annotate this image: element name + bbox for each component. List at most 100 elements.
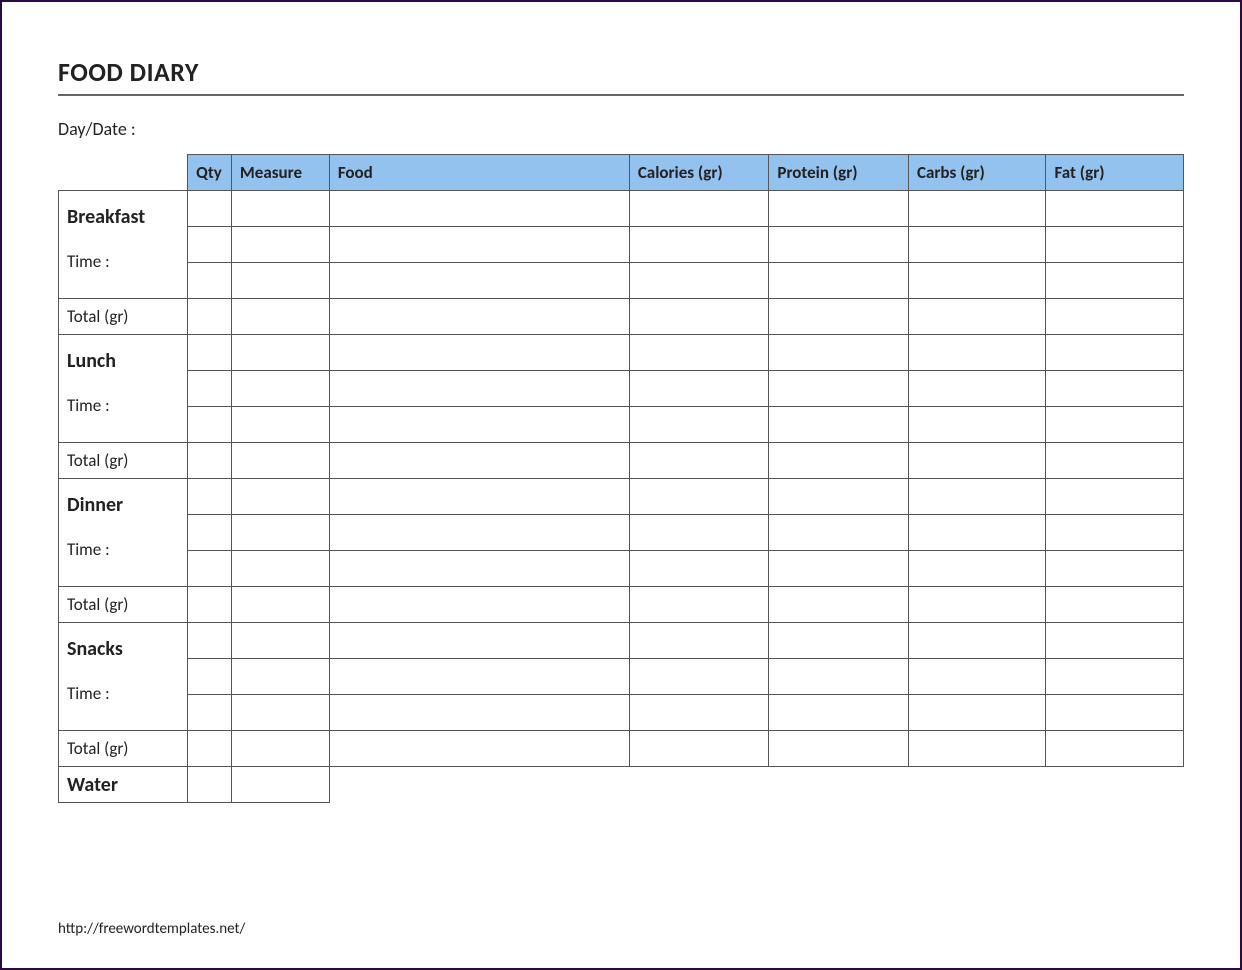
cell-calories[interactable] bbox=[629, 479, 769, 515]
cell-qty[interactable] bbox=[188, 623, 232, 659]
cell-calories[interactable] bbox=[629, 335, 769, 371]
cell-carbs[interactable] bbox=[908, 587, 1046, 623]
cell-protein[interactable] bbox=[769, 659, 909, 695]
cell-food[interactable] bbox=[329, 515, 629, 551]
cell-fat[interactable] bbox=[1046, 263, 1184, 299]
cell-measure[interactable] bbox=[231, 191, 329, 227]
cell-calories[interactable] bbox=[629, 191, 769, 227]
cell-protein[interactable] bbox=[769, 371, 909, 407]
cell-fat[interactable] bbox=[1046, 587, 1184, 623]
cell-measure[interactable] bbox=[231, 479, 329, 515]
cell-carbs[interactable] bbox=[908, 479, 1046, 515]
cell-fat[interactable] bbox=[1046, 227, 1184, 263]
cell-protein[interactable] bbox=[769, 695, 909, 731]
cell-calories[interactable] bbox=[629, 659, 769, 695]
cell-carbs[interactable] bbox=[908, 191, 1046, 227]
cell-food[interactable] bbox=[329, 695, 629, 731]
cell-protein[interactable] bbox=[769, 731, 909, 767]
cell-food[interactable] bbox=[329, 479, 629, 515]
cell-carbs[interactable] bbox=[908, 371, 1046, 407]
cell-carbs[interactable] bbox=[908, 695, 1046, 731]
cell-measure[interactable] bbox=[231, 623, 329, 659]
cell-fat[interactable] bbox=[1046, 479, 1184, 515]
cell-qty[interactable] bbox=[188, 263, 232, 299]
cell-fat[interactable] bbox=[1046, 659, 1184, 695]
cell-protein[interactable] bbox=[769, 551, 909, 587]
cell-fat[interactable] bbox=[1046, 551, 1184, 587]
cell-fat[interactable] bbox=[1046, 443, 1184, 479]
cell-fat[interactable] bbox=[1046, 407, 1184, 443]
cell-qty[interactable] bbox=[188, 191, 232, 227]
cell-measure[interactable] bbox=[231, 659, 329, 695]
cell-measure[interactable] bbox=[231, 263, 329, 299]
cell-food[interactable] bbox=[329, 335, 629, 371]
cell-food[interactable] bbox=[329, 623, 629, 659]
cell-carbs[interactable] bbox=[908, 443, 1046, 479]
cell-measure[interactable] bbox=[231, 695, 329, 731]
cell-carbs[interactable] bbox=[908, 515, 1046, 551]
cell-food[interactable] bbox=[329, 659, 629, 695]
cell-qty[interactable] bbox=[188, 443, 232, 479]
cell-protein[interactable] bbox=[769, 407, 909, 443]
cell-calories[interactable] bbox=[629, 731, 769, 767]
cell-carbs[interactable] bbox=[908, 623, 1046, 659]
cell-measure[interactable] bbox=[231, 371, 329, 407]
cell-fat[interactable] bbox=[1046, 515, 1184, 551]
cell-food[interactable] bbox=[329, 407, 629, 443]
cell-measure[interactable] bbox=[231, 551, 329, 587]
cell-food[interactable] bbox=[329, 731, 629, 767]
cell-qty[interactable] bbox=[188, 659, 232, 695]
cell-measure[interactable] bbox=[231, 407, 329, 443]
cell-protein[interactable] bbox=[769, 191, 909, 227]
cell-fat[interactable] bbox=[1046, 371, 1184, 407]
cell-fat[interactable] bbox=[1046, 623, 1184, 659]
cell-fat[interactable] bbox=[1046, 191, 1184, 227]
cell-protein[interactable] bbox=[769, 479, 909, 515]
cell-fat[interactable] bbox=[1046, 731, 1184, 767]
cell-measure[interactable] bbox=[231, 443, 329, 479]
cell-qty[interactable] bbox=[188, 335, 232, 371]
cell-qty[interactable] bbox=[188, 227, 232, 263]
cell-calories[interactable] bbox=[629, 695, 769, 731]
cell-food[interactable] bbox=[329, 227, 629, 263]
cell-measure[interactable] bbox=[231, 731, 329, 767]
cell-carbs[interactable] bbox=[908, 731, 1046, 767]
cell-qty[interactable] bbox=[188, 695, 232, 731]
cell-measure[interactable] bbox=[231, 227, 329, 263]
cell-protein[interactable] bbox=[769, 515, 909, 551]
cell-protein[interactable] bbox=[769, 443, 909, 479]
cell-carbs[interactable] bbox=[908, 407, 1046, 443]
cell-carbs[interactable] bbox=[908, 299, 1046, 335]
cell-qty[interactable] bbox=[188, 479, 232, 515]
cell-calories[interactable] bbox=[629, 407, 769, 443]
cell-food[interactable] bbox=[329, 299, 629, 335]
cell-food[interactable] bbox=[329, 551, 629, 587]
cell-calories[interactable] bbox=[629, 443, 769, 479]
cell-calories[interactable] bbox=[629, 551, 769, 587]
cell-measure[interactable] bbox=[231, 515, 329, 551]
cell-qty[interactable] bbox=[188, 551, 232, 587]
cell-fat[interactable] bbox=[1046, 695, 1184, 731]
cell-carbs[interactable] bbox=[908, 659, 1046, 695]
cell-measure[interactable] bbox=[231, 767, 329, 803]
cell-calories[interactable] bbox=[629, 515, 769, 551]
cell-qty[interactable] bbox=[188, 299, 232, 335]
cell-calories[interactable] bbox=[629, 263, 769, 299]
cell-protein[interactable] bbox=[769, 227, 909, 263]
cell-carbs[interactable] bbox=[908, 263, 1046, 299]
cell-protein[interactable] bbox=[769, 587, 909, 623]
cell-calories[interactable] bbox=[629, 587, 769, 623]
cell-fat[interactable] bbox=[1046, 335, 1184, 371]
cell-food[interactable] bbox=[329, 263, 629, 299]
cell-protein[interactable] bbox=[769, 335, 909, 371]
cell-protein[interactable] bbox=[769, 623, 909, 659]
cell-carbs[interactable] bbox=[908, 227, 1046, 263]
cell-measure[interactable] bbox=[231, 335, 329, 371]
cell-protein[interactable] bbox=[769, 299, 909, 335]
cell-qty[interactable] bbox=[188, 407, 232, 443]
cell-calories[interactable] bbox=[629, 623, 769, 659]
cell-measure[interactable] bbox=[231, 587, 329, 623]
cell-fat[interactable] bbox=[1046, 299, 1184, 335]
cell-food[interactable] bbox=[329, 191, 629, 227]
cell-qty[interactable] bbox=[188, 767, 232, 803]
